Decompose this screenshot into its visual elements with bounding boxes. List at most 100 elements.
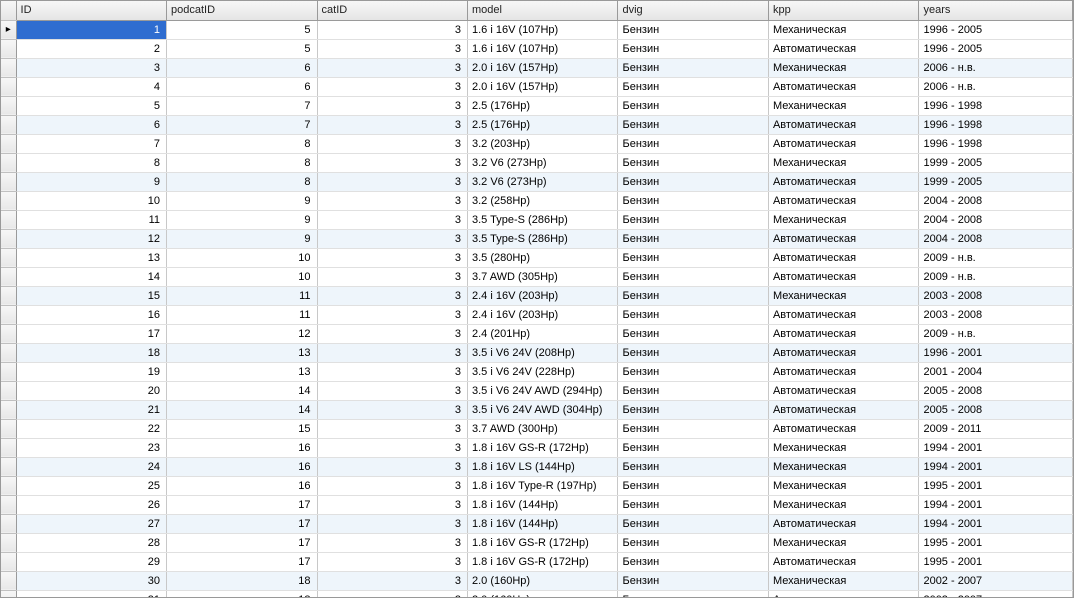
- cell-model[interactable]: 3.2 V6 (273Hp): [468, 153, 618, 172]
- cell-podcatid[interactable]: 14: [167, 381, 317, 400]
- cell-dvig[interactable]: Бензин: [618, 229, 768, 248]
- col-header-kpp[interactable]: kpp: [768, 1, 918, 20]
- cell-catid[interactable]: 3: [317, 39, 467, 58]
- cell-model[interactable]: 3.2 (258Hp): [468, 191, 618, 210]
- cell-id[interactable]: 29: [16, 552, 166, 571]
- cell-catid[interactable]: 3: [317, 229, 467, 248]
- cell-dvig[interactable]: Бензин: [618, 286, 768, 305]
- cell-podcatid[interactable]: 17: [167, 514, 317, 533]
- cell-podcatid[interactable]: 16: [167, 438, 317, 457]
- cell-dvig[interactable]: Бензин: [618, 571, 768, 590]
- cell-id[interactable]: 31: [16, 590, 166, 598]
- table-row[interactable]: 8833.2 V6 (273Hp)БензинМеханическая1999 …: [1, 153, 1073, 172]
- row-header[interactable]: [1, 495, 16, 514]
- cell-catid[interactable]: 3: [317, 514, 467, 533]
- cell-kpp[interactable]: Автоматическая: [768, 400, 918, 419]
- cell-model[interactable]: 3.7 AWD (300Hp): [468, 419, 618, 438]
- row-header[interactable]: [1, 552, 16, 571]
- cell-dvig[interactable]: Бензин: [618, 96, 768, 115]
- cell-years[interactable]: 1996 - 2005: [919, 39, 1073, 58]
- row-header[interactable]: [1, 533, 16, 552]
- cell-dvig[interactable]: Бензин: [618, 58, 768, 77]
- cell-dvig[interactable]: Бензин: [618, 77, 768, 96]
- cell-model[interactable]: 1.8 i 16V (144Hp): [468, 495, 618, 514]
- cell-years[interactable]: 1996 - 1998: [919, 96, 1073, 115]
- cell-kpp[interactable]: Автоматическая: [768, 552, 918, 571]
- cell-dvig[interactable]: Бензин: [618, 20, 768, 39]
- cell-dvig[interactable]: Бензин: [618, 153, 768, 172]
- table-row[interactable]: 171232.4 (201Hp)БензинАвтоматическая2009…: [1, 324, 1073, 343]
- cell-id[interactable]: 12: [16, 229, 166, 248]
- cell-id[interactable]: 10: [16, 191, 166, 210]
- cell-catid[interactable]: 3: [317, 96, 467, 115]
- cell-dvig[interactable]: Бензин: [618, 305, 768, 324]
- cell-dvig[interactable]: Бензин: [618, 514, 768, 533]
- cell-years[interactable]: 2001 - 2004: [919, 362, 1073, 381]
- table-row[interactable]: 291731.8 i 16V GS-R (172Hp)БензинАвтомат…: [1, 552, 1073, 571]
- table-row[interactable]: 281731.8 i 16V GS-R (172Hp)БензинМеханич…: [1, 533, 1073, 552]
- cell-model[interactable]: 1.8 i 16V GS-R (172Hp): [468, 552, 618, 571]
- cell-kpp[interactable]: Автоматическая: [768, 419, 918, 438]
- table-row[interactable]: 5732.5 (176Hp)БензинМеханическая1996 - 1…: [1, 96, 1073, 115]
- cell-model[interactable]: 3.5 Type-S (286Hp): [468, 210, 618, 229]
- cell-id[interactable]: 17: [16, 324, 166, 343]
- table-row[interactable]: 9833.2 V6 (273Hp)БензинАвтоматическая199…: [1, 172, 1073, 191]
- cell-years[interactable]: 1999 - 2005: [919, 153, 1073, 172]
- cell-years[interactable]: 2009 - н.в.: [919, 324, 1073, 343]
- row-header[interactable]: [1, 248, 16, 267]
- row-header[interactable]: [1, 115, 16, 134]
- cell-podcatid[interactable]: 16: [167, 457, 317, 476]
- cell-kpp[interactable]: Механическая: [768, 495, 918, 514]
- table-row[interactable]: 131033.5 (280Hp)БензинАвтоматическая2009…: [1, 248, 1073, 267]
- col-header-podcatid[interactable]: podcatID: [167, 1, 317, 20]
- cell-years[interactable]: 2009 - н.в.: [919, 248, 1073, 267]
- cell-podcatid[interactable]: 15: [167, 419, 317, 438]
- cell-kpp[interactable]: Автоматическая: [768, 590, 918, 598]
- cell-dvig[interactable]: Бензин: [618, 438, 768, 457]
- cell-years[interactable]: 1995 - 2001: [919, 476, 1073, 495]
- cell-podcatid[interactable]: 8: [167, 172, 317, 191]
- cell-dvig[interactable]: Бензин: [618, 210, 768, 229]
- cell-podcatid[interactable]: 8: [167, 153, 317, 172]
- cell-catid[interactable]: 3: [317, 495, 467, 514]
- table-row[interactable]: 12933.5 Type-S (286Hp)БензинАвтоматическ…: [1, 229, 1073, 248]
- row-header[interactable]: [1, 571, 16, 590]
- row-header[interactable]: [1, 210, 16, 229]
- table-row[interactable]: 10933.2 (258Hp)БензинАвтоматическая2004 …: [1, 191, 1073, 210]
- cell-kpp[interactable]: Автоматическая: [768, 362, 918, 381]
- cell-kpp[interactable]: Механическая: [768, 286, 918, 305]
- cell-kpp[interactable]: Автоматическая: [768, 134, 918, 153]
- cell-podcatid[interactable]: 6: [167, 77, 317, 96]
- cell-model[interactable]: 2.5 (176Hp): [468, 96, 618, 115]
- cell-catid[interactable]: 3: [317, 191, 467, 210]
- cell-dvig[interactable]: Бензин: [618, 115, 768, 134]
- cell-catid[interactable]: 3: [317, 457, 467, 476]
- cell-dvig[interactable]: Бензин: [618, 172, 768, 191]
- row-header[interactable]: [1, 400, 16, 419]
- cell-id[interactable]: 14: [16, 267, 166, 286]
- cell-id[interactable]: 8: [16, 153, 166, 172]
- row-header[interactable]: [1, 324, 16, 343]
- cell-id[interactable]: 5: [16, 96, 166, 115]
- cell-years[interactable]: 1996 - 2001: [919, 343, 1073, 362]
- cell-catid[interactable]: 3: [317, 58, 467, 77]
- cell-podcatid[interactable]: 17: [167, 533, 317, 552]
- cell-kpp[interactable]: Механическая: [768, 438, 918, 457]
- row-header[interactable]: [1, 286, 16, 305]
- row-header[interactable]: [1, 96, 16, 115]
- cell-model[interactable]: 2.0 i 16V (157Hp): [468, 77, 618, 96]
- cell-catid[interactable]: 3: [317, 476, 467, 495]
- cell-dvig[interactable]: Бензин: [618, 419, 768, 438]
- table-row[interactable]: 221533.7 AWD (300Hp)БензинАвтоматическая…: [1, 419, 1073, 438]
- cell-kpp[interactable]: Автоматическая: [768, 229, 918, 248]
- cell-model[interactable]: 2.4 i 16V (203Hp): [468, 286, 618, 305]
- table-row[interactable]: 2531.6 i 16V (107Hp)БензинАвтоматическая…: [1, 39, 1073, 58]
- cell-years[interactable]: 1994 - 2001: [919, 438, 1073, 457]
- cell-id[interactable]: 23: [16, 438, 166, 457]
- table-row[interactable]: 151132.4 i 16V (203Hp)БензинМеханическая…: [1, 286, 1073, 305]
- cell-catid[interactable]: 3: [317, 533, 467, 552]
- cell-id[interactable]: 4: [16, 77, 166, 96]
- cell-dvig[interactable]: Бензин: [618, 533, 768, 552]
- cell-years[interactable]: 2004 - 2008: [919, 229, 1073, 248]
- cell-model[interactable]: 1.8 i 16V (144Hp): [468, 514, 618, 533]
